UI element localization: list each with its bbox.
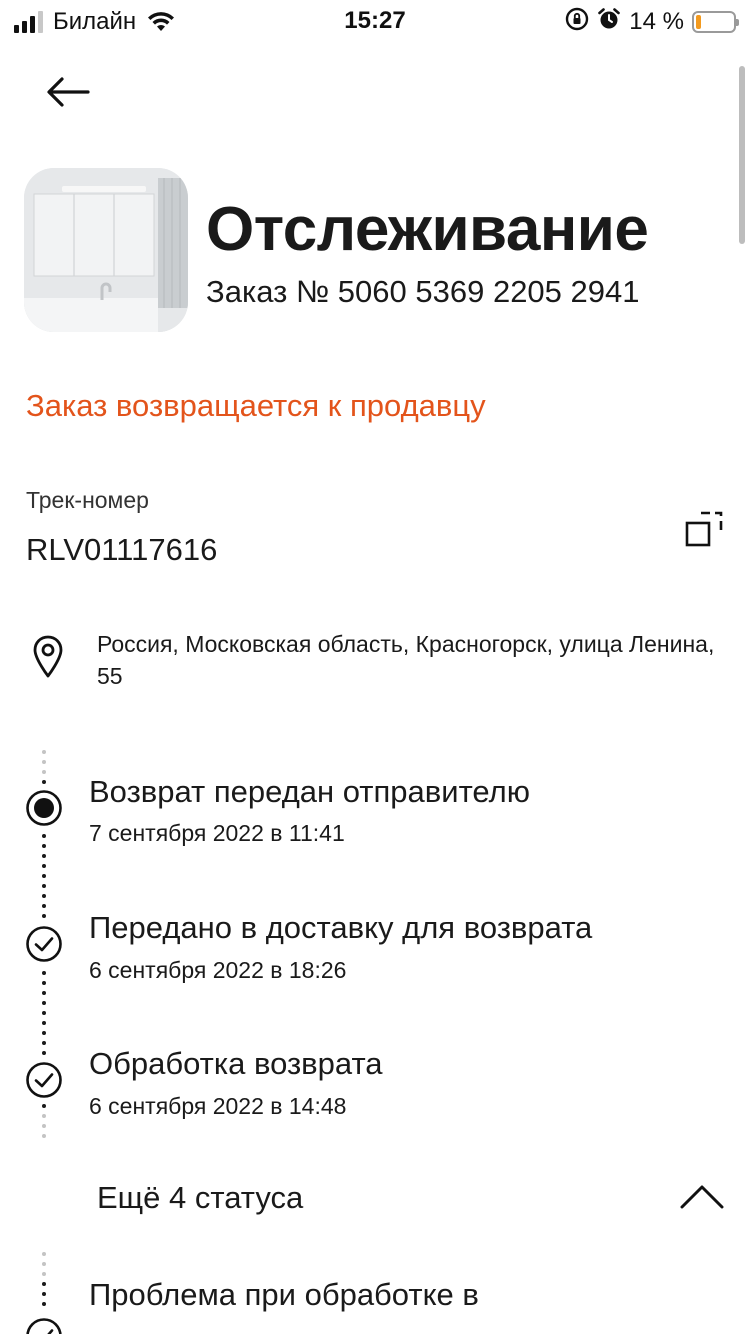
timeline-item-date: 6 сентября 2022 в 18:26 xyxy=(89,957,347,983)
timeline-line xyxy=(42,834,46,924)
more-statuses-label: Ещё 4 статуса xyxy=(97,1180,304,1215)
scrollbar[interactable] xyxy=(739,66,745,244)
bathroom-cabinet-image xyxy=(24,168,188,332)
timeline-line-top xyxy=(42,750,46,790)
timeline-line-end xyxy=(42,1104,46,1144)
status-bar-right: 14 % xyxy=(565,7,739,36)
battery-percent: 14 % xyxy=(629,7,684,35)
back-button[interactable] xyxy=(46,70,98,114)
arrow-left-icon xyxy=(47,77,90,107)
timeline-item-title: Проблема при обработке в xyxy=(89,1277,479,1312)
copy-track-number-button[interactable] xyxy=(684,508,726,550)
chevron-up-icon xyxy=(680,1185,724,1209)
product-image[interactable] xyxy=(24,168,188,332)
timeline-item-date: 6 сентября 2022 в 14:48 xyxy=(89,1093,347,1119)
delivery-address: Россия, Московская область, Красногорск,… xyxy=(97,631,715,689)
location-pin-icon xyxy=(32,634,64,680)
order-number: Заказ № 5060 5369 2205 2941 xyxy=(206,274,640,309)
battery-icon xyxy=(692,10,739,33)
alarm-icon xyxy=(597,7,621,36)
order-status: Заказ возвращается к продавцу xyxy=(26,388,486,423)
orientation-lock-icon xyxy=(565,7,589,36)
page-title: Отслеживание xyxy=(206,195,649,264)
check-circle-icon xyxy=(25,1317,63,1334)
timeline-item-date: 7 сентября 2022 в 11:41 xyxy=(89,820,345,846)
timeline-item-title: Передано в доставку для возврата xyxy=(89,910,593,945)
timeline-line xyxy=(42,971,46,1061)
copy-icon xyxy=(685,511,723,547)
check-circle-icon xyxy=(25,1061,63,1099)
track-number[interactable]: RLV01117616 xyxy=(26,532,217,568)
timeline-line-top xyxy=(42,1252,46,1312)
timeline-item-title: Обработка возврата xyxy=(89,1046,383,1081)
battery-level xyxy=(696,14,702,29)
track-number-label: Трек-номер xyxy=(26,487,149,513)
current-status-icon xyxy=(25,789,63,827)
timeline-item-title: Возврат передан отправителю xyxy=(89,774,530,809)
more-statuses-toggle[interactable]: Ещё 4 статуса xyxy=(0,1168,750,1228)
status-bar: Билайн 15:27 14 % xyxy=(0,0,750,44)
check-circle-icon xyxy=(25,925,63,963)
